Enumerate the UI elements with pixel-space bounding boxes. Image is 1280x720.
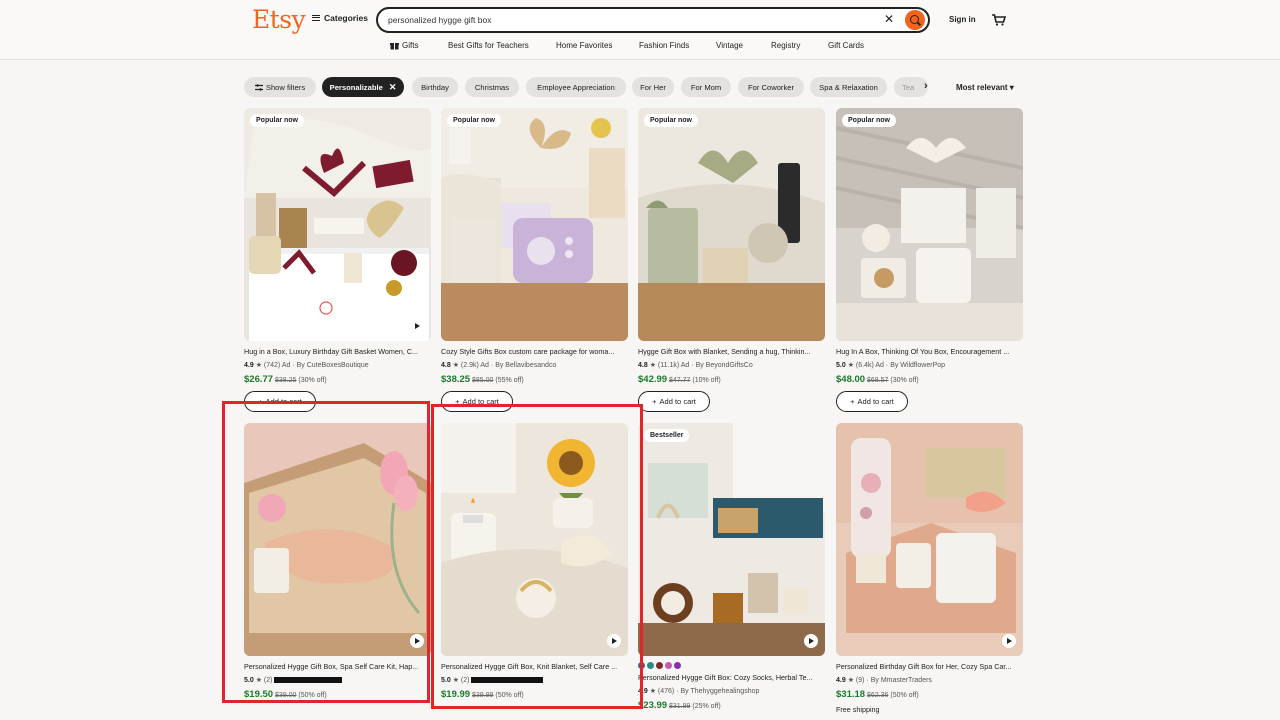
play-icon[interactable]: [1002, 634, 1016, 648]
listing-title[interactable]: Personalized Birthday Gift Box for Her, …: [836, 662, 1023, 671]
bestseller-badge: Bestseller: [644, 429, 690, 442]
shop-name: By CuteBoxesBoutique: [296, 362, 369, 369]
show-filters-button[interactable]: Show filters: [244, 77, 316, 97]
etsy-logo[interactable]: Etsy: [252, 5, 306, 34]
listing-title[interactable]: Cozy Style Gifts Box custom care package…: [441, 347, 628, 356]
clear-icon[interactable]: ✕: [884, 12, 894, 26]
price-row: $23.99 $31.99 (25% off): [638, 700, 721, 711]
listing-image[interactable]: Popular now: [244, 108, 431, 341]
gift-icon: [390, 43, 399, 50]
subnav-gifts[interactable]: Gifts: [390, 41, 418, 50]
price-row: $26.77 $38.25 (30% off): [244, 374, 327, 385]
listing-meta: 4.9 ★ (742) Ad · By CuteBoxesBoutique: [244, 362, 369, 369]
shop-name: By WildflowerPop: [890, 362, 946, 369]
highlight-box: [431, 404, 643, 709]
subnav-fashion-finds[interactable]: Fashion Finds: [639, 41, 689, 50]
listing-image[interactable]: Popular now: [441, 108, 628, 341]
star-icon: ★: [847, 362, 854, 369]
chip-for-mom[interactable]: For Mom: [681, 77, 731, 97]
color-swatches: [638, 662, 681, 669]
plus-icon: +: [652, 397, 657, 406]
chip-birthday[interactable]: Birthday: [412, 77, 458, 97]
star-icon: ★: [255, 362, 262, 369]
listing-image[interactable]: [836, 423, 1023, 656]
swatch[interactable]: [647, 662, 654, 669]
free-shipping-label: Free shipping: [836, 705, 880, 714]
categories-button[interactable]: Categories: [312, 13, 368, 23]
add-to-cart-button[interactable]: + Add to cart: [638, 391, 710, 412]
subnav-best-gifts-teachers[interactable]: Best Gifts for Teachers: [448, 41, 529, 50]
shop-name: By BeyondGiftsCo: [695, 362, 753, 369]
remove-filter-icon[interactable]: ✕: [389, 82, 397, 93]
chip-personalizable[interactable]: Personalizable ✕: [322, 77, 404, 97]
chip-tea[interactable]: Tea: [894, 77, 928, 97]
swatch[interactable]: [656, 662, 663, 669]
swatch[interactable]: [674, 662, 681, 669]
shop-name: By Bellavibesandco: [495, 362, 557, 369]
star-icon: ★: [649, 688, 656, 695]
price-row: $42.99 $47.77 (10% off): [638, 374, 721, 385]
swatch[interactable]: [665, 662, 672, 669]
star-icon: ★: [847, 677, 854, 684]
chip-employee-appreciation[interactable]: Employee Appreciation: [526, 77, 626, 97]
top-bar: Etsy Categories personalized hygge gift …: [0, 0, 1280, 60]
listing-meta: 4.8 ★ (2.9k) Ad · By Bellavibesandco: [441, 362, 557, 369]
star-icon: ★: [452, 362, 459, 369]
listing-image[interactable]: Bestseller: [638, 423, 825, 656]
subnav-home-favorites[interactable]: Home Favorites: [556, 41, 612, 50]
shop-name: By MmasterTraders: [870, 677, 932, 684]
sliders-icon: [254, 83, 263, 91]
listing-title[interactable]: Hygge Gift Box with Blanket, Sending a h…: [638, 347, 825, 356]
chip-christmas[interactable]: Christmas: [465, 77, 519, 97]
chip-spa-relaxation[interactable]: Spa & Relaxation: [810, 77, 887, 97]
shop-name: By Thehyggehealingshop: [680, 688, 760, 695]
star-icon: ★: [649, 362, 656, 369]
subnav-registry[interactable]: Registry: [771, 41, 800, 50]
search-bar[interactable]: personalized hygge gift box ✕: [376, 7, 930, 33]
chip-for-coworker[interactable]: For Coworker: [738, 77, 804, 97]
sort-dropdown[interactable]: Most relevant ▾: [956, 83, 1014, 92]
listing-meta: 4.9 ★ (476) · By Thehyggehealingshop: [638, 688, 760, 695]
highlight-box: [222, 401, 430, 703]
search-button[interactable]: [905, 10, 925, 30]
listing-title[interactable]: Hug In A Box, Thinking Of You Box, Encou…: [836, 347, 1023, 356]
price-row: $31.18 $62.36 (50% off): [836, 689, 919, 700]
menu-icon: [312, 15, 320, 21]
chip-for-her[interactable]: For Her: [632, 77, 674, 97]
play-icon[interactable]: [804, 634, 818, 648]
subnav-vintage[interactable]: Vintage: [716, 41, 743, 50]
play-icon[interactable]: [410, 319, 424, 333]
listing-image[interactable]: Popular now: [836, 108, 1023, 341]
search-icon: [909, 14, 919, 24]
plus-icon: +: [850, 397, 855, 406]
categories-label: Categories: [324, 13, 368, 23]
add-to-cart-button[interactable]: + Add to cart: [836, 391, 908, 412]
search-input[interactable]: personalized hygge gift box: [388, 15, 492, 25]
sign-in-link[interactable]: Sign in: [949, 15, 976, 24]
popular-badge: Popular now: [447, 114, 501, 127]
popular-badge: Popular now: [250, 114, 304, 127]
listing-title[interactable]: Personalized Hygge Gift Box: Cozy Socks,…: [638, 673, 825, 682]
listing-image[interactable]: Popular now: [638, 108, 825, 341]
cart-icon[interactable]: [992, 13, 1007, 31]
popular-badge: Popular now: [842, 114, 896, 127]
listing-meta: 4.9 ★ (9) · By MmasterTraders: [836, 677, 932, 684]
listing-meta: 4.8 ★ (11.1k) Ad · By BeyondGiftsCo: [638, 362, 753, 369]
price-row: $38.25 $85.00 (55% off): [441, 374, 524, 385]
listing-meta: 5.0 ★ (6.4k) Ad · By WildflowerPop: [836, 362, 946, 369]
subnav-gift-cards[interactable]: Gift Cards: [828, 41, 864, 50]
popular-badge: Popular now: [644, 114, 698, 127]
chevron-right-icon[interactable]: ›: [924, 80, 928, 92]
listing-title[interactable]: Hug in a Box, Luxury Birthday Gift Baske…: [244, 347, 431, 356]
price-row: $48.00 $68.57 (30% off): [836, 374, 919, 385]
